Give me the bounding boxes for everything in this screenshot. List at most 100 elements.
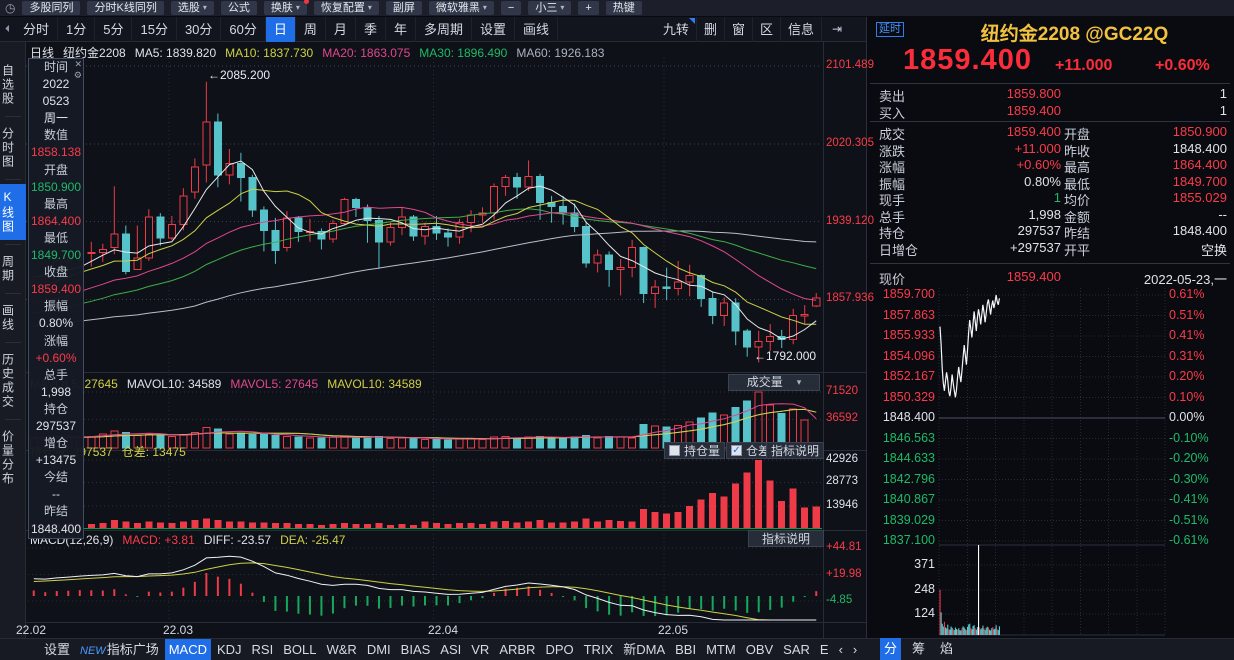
chevron-down-icon: ▾ — [797, 374, 802, 391]
tab-dmi[interactable]: DMI — [363, 639, 395, 660]
quote-value: 1848.400 — [1117, 223, 1227, 238]
tooltip-row: -- — [29, 486, 83, 503]
time-axis-label: 22.03 — [163, 623, 193, 637]
toolbar-tf-day[interactable]: 日 — [266, 17, 296, 42]
menubar-item-label: + — [585, 1, 591, 15]
volume-header-seg: MAVOL5: 27645 — [230, 377, 318, 391]
tab-macd[interactable]: MACD — [165, 639, 211, 660]
mini-tab-chips[interactable]: 筹 — [908, 638, 929, 660]
tab-indicator-plaza[interactable]: NEW指标广场 — [76, 639, 163, 660]
toolbar-tf-month[interactable]: 月 — [326, 17, 356, 42]
menubar-item-skin[interactable]: 换肤▾ — [264, 1, 307, 15]
tab-boll[interactable]: BOLL — [279, 639, 320, 660]
depth-price: 1859.800 — [951, 86, 1061, 101]
depth-price: 1859.400 — [951, 103, 1061, 118]
tab-asi[interactable]: ASI — [436, 639, 465, 660]
intraday-vol-label: 248 — [869, 582, 935, 596]
tab-arbr[interactable]: ARBR — [495, 639, 539, 660]
kline-chart-region[interactable]: 日线纽约金2208MA5: 1839.820MA10: 1837.730MA20… — [26, 42, 866, 638]
toolbar-tf-30m[interactable]: 30分 — [177, 17, 221, 42]
toolbar-tf-1m[interactable]: 1分 — [58, 17, 95, 42]
tab-bias[interactable]: BIAS — [397, 639, 435, 660]
oi-indicator-help-button[interactable]: 指标说明 — [766, 442, 824, 459]
collapse-left-icon[interactable]: ⏴ — [0, 24, 15, 35]
menubar-item-font-smaller[interactable]: − — [501, 1, 521, 15]
tab-newdma[interactable]: 新DMA — [619, 639, 669, 660]
tab-wr[interactable]: W&R — [322, 639, 360, 660]
tab-sar[interactable]: SAR — [779, 639, 814, 660]
sidebar-item-period[interactable]: 周期 — [0, 249, 26, 289]
tool-window[interactable]: 窗 — [725, 17, 753, 42]
sidebar-item-time-chart[interactable]: 分时图 — [0, 121, 26, 175]
tab-vr[interactable]: VR — [467, 639, 493, 660]
tab-label: ARBR — [499, 642, 535, 657]
tab-obv[interactable]: OBV — [742, 639, 777, 660]
quote-value: 1 — [951, 190, 1061, 205]
toolbar-tf-draw[interactable]: 画线 — [515, 17, 558, 42]
menubar-item-font-select[interactable]: 微软雅黑▾ — [429, 1, 494, 15]
toolbar-tf-5m[interactable]: 5分 — [95, 17, 132, 42]
tab-bbi[interactable]: BBI — [671, 639, 700, 660]
tab-settings[interactable]: 设置 — [40, 639, 74, 660]
tab-rsi[interactable]: RSI — [248, 639, 278, 660]
sidebar-item-price-volume-dist[interactable]: 价量分布 — [0, 424, 26, 492]
tab-e[interactable]: E — [816, 639, 833, 660]
quote-value: 0.80% — [951, 174, 1061, 189]
toolbar-tf-15m[interactable]: 15分 — [132, 17, 176, 42]
close-icon[interactable]: ✕ — [74, 59, 82, 70]
tab-dpo[interactable]: DPO — [541, 639, 577, 660]
menubar-item-font-size[interactable]: 小三▾ — [528, 1, 571, 15]
clock-icon[interactable]: ◷ — [5, 2, 15, 14]
tab-mtm[interactable]: MTM — [702, 639, 740, 660]
menubar-item-multi-stock-grid[interactable]: 多股同列 — [22, 1, 80, 15]
menubar-item-font-larger[interactable]: + — [578, 1, 598, 15]
toolbar-tf-year[interactable]: 年 — [386, 17, 416, 42]
menubar-item-label: 公式 — [228, 1, 250, 15]
sidebar-item-drawing[interactable]: 画线 — [0, 298, 26, 338]
kline-header-seg: MA10: 1837.730 — [225, 46, 313, 60]
menubar-item-secondary-screen[interactable]: 副屏 — [386, 1, 422, 15]
tab-kdj[interactable]: KDJ — [213, 639, 246, 660]
oi-diff-checkbox-checked[interactable]: ✓ — [731, 445, 742, 456]
volume-indicator-dropdown[interactable]: 成交量 ▾ — [728, 374, 820, 391]
intraday-pct-label: -0.30% — [1169, 472, 1209, 486]
menubar-item-stock-picker[interactable]: 选股▾ — [171, 1, 214, 15]
tooltip-row: 最高 — [29, 196, 83, 213]
timeframe-items: 分时1分5分15分30分60分日周月季年多周期设置画线 — [15, 17, 558, 42]
tooltip-row: 数值 — [29, 127, 83, 144]
sidebar-item-history-trades[interactable]: 历史成交 — [0, 347, 26, 415]
axis-label: 28773 — [826, 475, 866, 487]
menubar-item-restore-config[interactable]: 恢复配置▾ — [314, 1, 379, 15]
instrument-title[interactable]: 纽约金2208 @GC22Q — [923, 19, 1226, 46]
toolbar-tf-60m[interactable]: 60分 — [221, 17, 265, 42]
menubar-item-hotkeys[interactable]: 热键 — [606, 1, 642, 15]
toolbar-tf-multi[interactable]: 多周期 — [416, 17, 472, 42]
toolbar-tf-settings[interactable]: 设置 — [472, 17, 515, 42]
axis-label: 36592 — [826, 412, 866, 424]
toolbar-tf-minute[interactable]: 分时 — [15, 17, 58, 42]
sidebar-item-watchlist[interactable]: 自选股 — [0, 58, 26, 112]
sidebar-item-kline-chart[interactable]: K线图 — [0, 184, 26, 240]
tool-delete[interactable]: 删 — [697, 17, 725, 42]
tab-trix[interactable]: TRIX — [580, 639, 618, 660]
toolbar-end-arrow-icon[interactable]: ⇥ — [832, 17, 842, 42]
menubar-item-time-kline-grid[interactable]: 分时K线同列 — [87, 1, 163, 15]
tab-label: 指标广场 — [107, 642, 159, 657]
tab-prev[interactable]: ‹ — [835, 639, 847, 660]
intraday-pct-label: 0.20% — [1169, 369, 1204, 383]
tool-zone[interactable]: 区 — [753, 17, 781, 42]
gear-icon[interactable]: ⚙ — [74, 70, 82, 81]
oi-checkbox-unchecked[interactable] — [669, 445, 680, 456]
macd-indicator-help-button[interactable]: 指标说明 — [748, 530, 824, 547]
tool-info[interactable]: 信息 — [781, 17, 822, 42]
mini-tab-minute[interactable]: 分 — [880, 638, 901, 660]
menubar-item-formula[interactable]: 公式 — [221, 1, 257, 15]
tool-nine-turn[interactable]: 九转 — [656, 17, 697, 42]
tab-next[interactable]: › — [849, 639, 861, 660]
intraday-price-label: 1844.633 — [869, 451, 935, 465]
tooltip-row: 297537 — [29, 418, 83, 435]
toolbar-tf-week[interactable]: 周 — [296, 17, 326, 42]
toolbar-tf-quarter[interactable]: 季 — [356, 17, 386, 42]
mini-tab-flame[interactable]: 焰 — [936, 638, 957, 660]
intraday-price-label: 1855.933 — [869, 328, 935, 342]
